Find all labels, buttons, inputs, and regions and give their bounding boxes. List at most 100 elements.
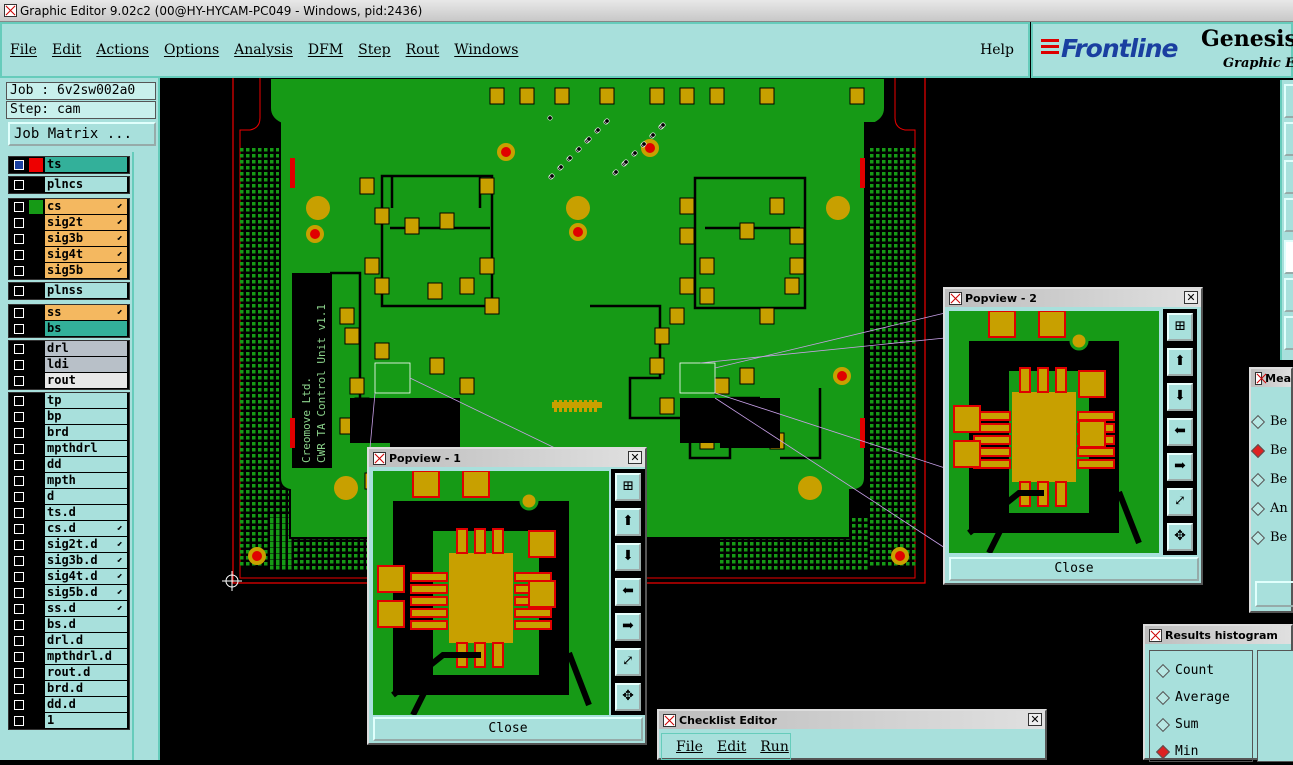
checklist-menu-file[interactable]: File <box>676 739 703 755</box>
pan-down-icon[interactable]: ⬇ <box>1167 383 1193 411</box>
menu-analysis[interactable]: Analysis <box>234 42 293 58</box>
radio-icon[interactable] <box>1155 663 1171 678</box>
menu-options[interactable]: Options <box>164 42 219 58</box>
layer-row[interactable]: brd.d <box>9 681 129 697</box>
layer-row[interactable]: drl <box>9 341 129 357</box>
layer-checkbox[interactable] <box>14 636 24 646</box>
layer-name[interactable]: sig3b ⬋ <box>45 231 127 246</box>
layer-row[interactable]: d <box>9 489 129 505</box>
layer-row[interactable]: rout.d <box>9 665 129 681</box>
pan-down-icon[interactable]: ⬇ <box>615 543 641 571</box>
histogram-option[interactable]: Count <box>1155 657 1230 684</box>
zoom-in-icon[interactable]: ✥ <box>615 683 641 711</box>
layer-row[interactable]: plnss <box>9 283 129 299</box>
menu-file[interactable]: File <box>10 42 37 58</box>
layer-name[interactable]: mpth <box>45 473 127 488</box>
layer-row[interactable]: bs.d <box>9 617 129 633</box>
checklist-menu-edit[interactable]: Edit <box>717 739 746 755</box>
layer-name[interactable]: drl.d <box>45 633 127 648</box>
zoom-fit-icon[interactable]: ⊞ <box>615 473 641 501</box>
layer-name[interactable]: ldi <box>45 357 127 372</box>
pan-left-icon[interactable]: ⬅ <box>1167 418 1193 446</box>
radio-icon[interactable] <box>1250 472 1266 487</box>
layer-checkbox[interactable] <box>14 588 24 598</box>
layer-checkbox[interactable] <box>14 652 24 662</box>
layer-name[interactable]: sig4t.d ⬋ <box>45 569 127 584</box>
layer-checkbox[interactable] <box>14 508 24 518</box>
layer-row[interactable]: sig2t ⬋ <box>9 215 129 231</box>
layer-checkbox[interactable] <box>14 308 24 318</box>
layer-row[interactable]: tp <box>9 393 129 409</box>
layer-checkbox[interactable] <box>14 234 24 244</box>
layer-name[interactable]: rout <box>45 373 127 388</box>
pan-right-icon[interactable]: ➡ <box>1167 453 1193 481</box>
radio-icon[interactable] <box>1250 443 1266 458</box>
layer-name[interactable]: cs.d ⬋ <box>45 521 127 536</box>
layer-row[interactable]: sig5b.d ⬋ <box>9 585 129 601</box>
tool-button[interactable] <box>1284 198 1293 232</box>
layer-checkbox[interactable] <box>14 668 24 678</box>
layer-checkbox[interactable] <box>14 360 24 370</box>
menu-windows[interactable]: Windows <box>454 42 518 58</box>
layer-name[interactable]: ts <box>45 157 127 172</box>
layer-name[interactable]: tp <box>45 393 127 408</box>
layer-name[interactable]: sig3b.d ⬋ <box>45 553 127 568</box>
layer-checkbox[interactable] <box>14 524 24 534</box>
histogram-option[interactable]: Sum <box>1155 711 1230 738</box>
layer-name[interactable]: ts.d <box>45 505 127 520</box>
layer-row[interactable]: mpthdrl <box>9 441 129 457</box>
layer-name[interactable]: plnss <box>45 283 127 298</box>
layer-row[interactable]: mpth <box>9 473 129 489</box>
histogram-option[interactable]: Average <box>1155 684 1230 711</box>
layer-checkbox[interactable] <box>14 396 24 406</box>
layer-name[interactable]: sig4t ⬋ <box>45 247 127 262</box>
menu-actions[interactable]: Actions <box>96 42 149 58</box>
measure-option[interactable]: Be <box>1250 465 1288 494</box>
checklist-editor-title-bar[interactable]: Checklist Editor ✕ <box>659 711 1045 729</box>
close-icon[interactable]: ✕ <box>1028 713 1042 726</box>
layer-name[interactable]: cs ⬋ <box>45 199 127 214</box>
layer-row[interactable]: mpthdrl.d <box>9 649 129 665</box>
layer-checkbox[interactable] <box>14 428 24 438</box>
layer-checkbox[interactable] <box>14 540 24 550</box>
layer-name[interactable]: bs.d <box>45 617 127 632</box>
layer-list-scrollbar[interactable] <box>132 152 158 760</box>
layer-name[interactable]: dd <box>45 457 127 472</box>
layer-checkbox[interactable] <box>14 324 24 334</box>
layer-row[interactable]: sig2t.d ⬋ <box>9 537 129 553</box>
popview-2-title-bar[interactable]: Popview - 2 ✕ <box>945 289 1201 307</box>
layer-row[interactable]: cs ⬋ <box>9 199 129 215</box>
layer-checkbox[interactable] <box>14 684 24 694</box>
menu-help[interactable]: Help <box>980 42 1014 58</box>
layer-row[interactable]: brd <box>9 425 129 441</box>
radio-icon[interactable] <box>1155 717 1171 732</box>
layer-row[interactable]: drl.d <box>9 633 129 649</box>
layer-name[interactable]: mpthdrl <box>45 441 127 456</box>
zoom-fit-icon[interactable]: ⊞ <box>1167 313 1193 341</box>
layer-name[interactable]: sig2t ⬋ <box>45 215 127 230</box>
histogram-option[interactable]: Min <box>1155 738 1230 765</box>
layer-row[interactable]: rout <box>9 373 129 389</box>
menu-rout[interactable]: Rout <box>406 42 440 58</box>
measure-option[interactable]: Be <box>1250 407 1288 436</box>
layer-row[interactable]: sig4t ⬋ <box>9 247 129 263</box>
layer-row[interactable]: plncs <box>9 177 129 193</box>
layer-name[interactable]: d <box>45 489 127 504</box>
measure-option[interactable]: Be <box>1250 523 1288 552</box>
layer-name[interactable]: ss.d ⬋ <box>45 601 127 616</box>
job-matrix-button[interactable]: Job Matrix ... <box>8 122 156 146</box>
menu-edit[interactable]: Edit <box>52 42 81 58</box>
layer-checkbox[interactable] <box>14 716 24 726</box>
layer-row[interactable]: dd.d <box>9 697 129 713</box>
layer-name[interactable]: bp <box>45 409 127 424</box>
layer-checkbox[interactable] <box>14 492 24 502</box>
tool-button[interactable] <box>1284 160 1293 194</box>
layer-checkbox[interactable] <box>14 286 24 296</box>
popview-1-close-button[interactable]: Close <box>373 717 643 741</box>
pan-up-icon[interactable]: ⬆ <box>1167 348 1193 376</box>
layer-row[interactable]: sig5b ⬋ <box>9 263 129 279</box>
pan-left-icon[interactable]: ⬅ <box>615 578 641 606</box>
layer-checkbox[interactable] <box>14 460 24 470</box>
close-icon[interactable]: ✕ <box>1184 291 1198 304</box>
layer-checkbox[interactable] <box>14 160 24 170</box>
